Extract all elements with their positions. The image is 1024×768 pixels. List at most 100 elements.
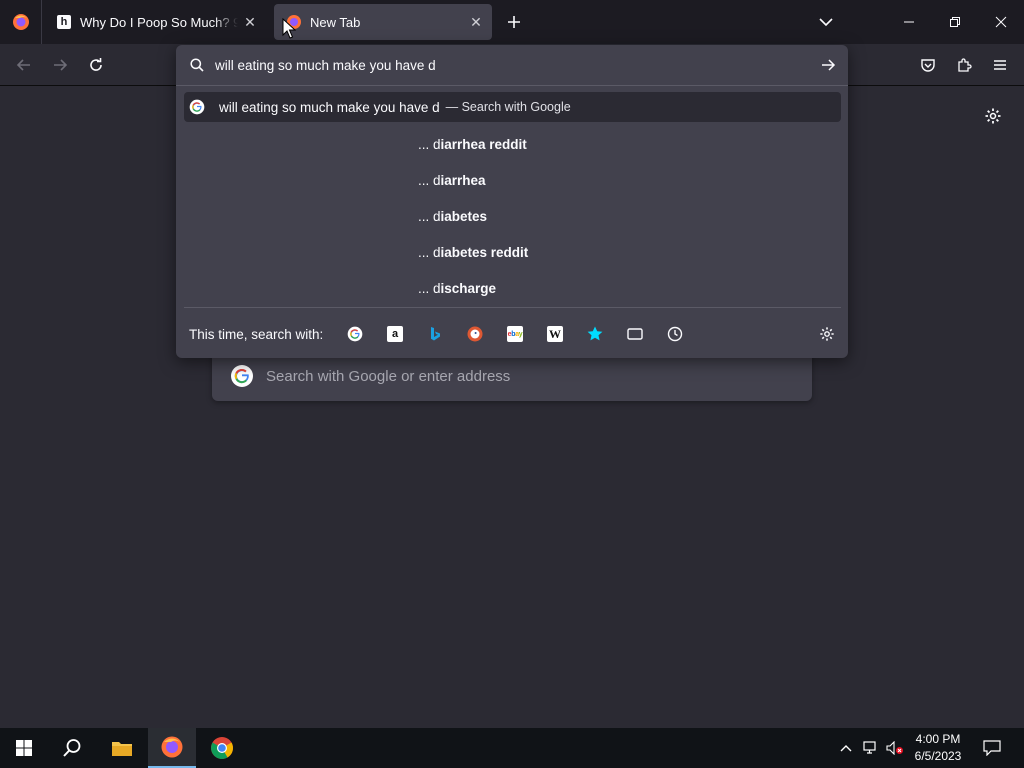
suggestion-prefix: ... d — [418, 208, 441, 224]
bing-icon — [431, 327, 440, 341]
search-settings-button[interactable] — [816, 323, 838, 345]
show-hidden-icons-button[interactable] — [836, 728, 856, 768]
newtab-settings-button[interactable] — [980, 103, 1006, 129]
suggestion-prefix: ... d — [418, 280, 441, 296]
restore-button[interactable] — [932, 0, 978, 44]
chevron-up-icon — [840, 745, 852, 752]
restore-icon — [950, 17, 960, 27]
google-icon — [228, 362, 256, 390]
folder-icon — [112, 742, 132, 756]
engine-google-button[interactable] — [344, 323, 366, 345]
start-button[interactable] — [0, 728, 48, 768]
suggestion-item[interactable]: ... d iabetes — [418, 202, 818, 230]
suggestion-item[interactable]: ... d iarrhea reddit — [418, 130, 818, 158]
close-icon — [995, 16, 1007, 28]
search-with-google-result[interactable]: will eating so much make you have d — Se… — [184, 92, 841, 122]
suggestion-completion: iabetes reddit — [440, 244, 529, 260]
close-tab-icon[interactable]: ✕ — [238, 10, 262, 34]
chrome-icon — [211, 737, 233, 759]
plus-icon — [508, 16, 520, 28]
healthline-favicon-icon: h — [56, 14, 72, 30]
windows-taskbar: 4:00 PM 6/5/2023 — [0, 728, 1024, 768]
network-status[interactable] — [860, 728, 882, 768]
firefox-view-button[interactable] — [0, 0, 42, 44]
suggestion-item[interactable]: ... d iarrhea — [418, 166, 818, 194]
chevron-down-icon — [819, 18, 833, 27]
search-icon — [188, 56, 206, 74]
taskbar-clock[interactable]: 4:00 PM 6/5/2023 — [905, 731, 971, 765]
windows-icon — [16, 740, 32, 756]
arrow-right-icon — [54, 59, 68, 71]
oneoff-label: This time, search with: — [189, 327, 324, 342]
suggestion-completion: iarrhea — [440, 172, 486, 188]
bookmarks-search-button[interactable] — [584, 323, 606, 345]
forward-button[interactable] — [46, 51, 74, 79]
engine-wikipedia-button[interactable]: W — [544, 323, 566, 345]
duckduckgo-icon — [467, 326, 483, 342]
search-icon — [63, 739, 81, 757]
taskbar-firefox[interactable] — [148, 728, 196, 768]
newtab-search-placeholder: Search with Google or enter address — [266, 367, 511, 385]
pocket-icon — [921, 59, 935, 72]
firefox-icon — [12, 14, 29, 30]
suggestion-item[interactable]: ... d iabetes reddit — [418, 238, 818, 266]
ebay-icon: ebay — [507, 326, 523, 342]
suggestion-item[interactable]: ... d ischarge — [418, 274, 818, 302]
suggestion-prefix: ... d — [418, 136, 441, 152]
close-tab-icon[interactable]: ✕ — [464, 10, 488, 34]
new-tab-button[interactable] — [502, 10, 526, 34]
urlbar-popup: will eating so much make you have d will… — [176, 45, 848, 358]
urlbar-input[interactable]: will eating so much make you have d — [215, 58, 814, 73]
suggestion-completion: iarrhea reddit — [440, 136, 527, 152]
suggestion-completion: iabetes — [440, 208, 488, 224]
taskbar-chrome[interactable] — [198, 728, 246, 768]
tab-title: New Tab — [310, 14, 361, 30]
history-search-button[interactable] — [664, 323, 686, 345]
tab-new-tab[interactable]: New Tab ✕ — [274, 4, 492, 40]
list-all-tabs-button[interactable] — [814, 10, 838, 34]
newtab-search-box[interactable]: Search with Google or enter address — [212, 351, 812, 401]
hamburger-icon — [994, 60, 1006, 70]
back-button[interactable] — [10, 51, 38, 79]
tab-title: Why Do I Poop So Much? 9 Causes — [80, 14, 238, 30]
divider — [176, 85, 848, 86]
tabs-search-button[interactable] — [624, 323, 646, 345]
puzzle-icon — [958, 58, 972, 72]
close-window-button[interactable] — [978, 0, 1024, 44]
google-icon — [189, 99, 205, 115]
engine-duckduckgo-button[interactable] — [464, 323, 486, 345]
pocket-button[interactable] — [914, 51, 942, 79]
extensions-button[interactable] — [950, 51, 978, 79]
reload-icon — [90, 58, 102, 71]
firefox-icon — [161, 736, 183, 758]
divider — [184, 307, 841, 308]
mouse-cursor-icon — [282, 18, 296, 39]
urlbar-input-row[interactable]: will eating so much make you have d — [176, 45, 848, 85]
result-action-text: — Search with Google — [445, 100, 571, 114]
network-icon — [863, 741, 876, 754]
arrow-left-icon — [16, 59, 30, 71]
volume-status[interactable] — [884, 728, 906, 768]
go-button[interactable] — [814, 51, 842, 79]
minimize-icon — [904, 21, 914, 23]
taskbar-search-button[interactable] — [48, 728, 96, 768]
star-icon — [587, 326, 603, 341]
arrow-right-icon — [822, 59, 836, 71]
suggestion-prefix: ... d — [418, 244, 441, 260]
tab-icon — [627, 328, 643, 340]
engine-bing-button[interactable] — [424, 323, 446, 345]
google-icon — [347, 326, 363, 342]
action-center-button[interactable] — [978, 728, 1006, 768]
engine-amazon-button[interactable]: a — [384, 323, 406, 345]
notification-icon — [983, 740, 1001, 756]
clock-time: 4:00 PM — [915, 732, 961, 746]
amazon-icon: a — [387, 326, 403, 342]
clock-icon — [667, 326, 683, 342]
tab-article[interactable]: h Why Do I Poop So Much? 9 Causes ✕ — [44, 4, 266, 40]
minimize-button[interactable] — [886, 0, 932, 44]
app-menu-button[interactable] — [986, 51, 1014, 79]
engine-ebay-button[interactable]: ebay — [504, 323, 526, 345]
gear-icon — [985, 108, 1001, 124]
taskbar-file-explorer[interactable] — [98, 728, 146, 768]
reload-button[interactable] — [82, 51, 110, 79]
